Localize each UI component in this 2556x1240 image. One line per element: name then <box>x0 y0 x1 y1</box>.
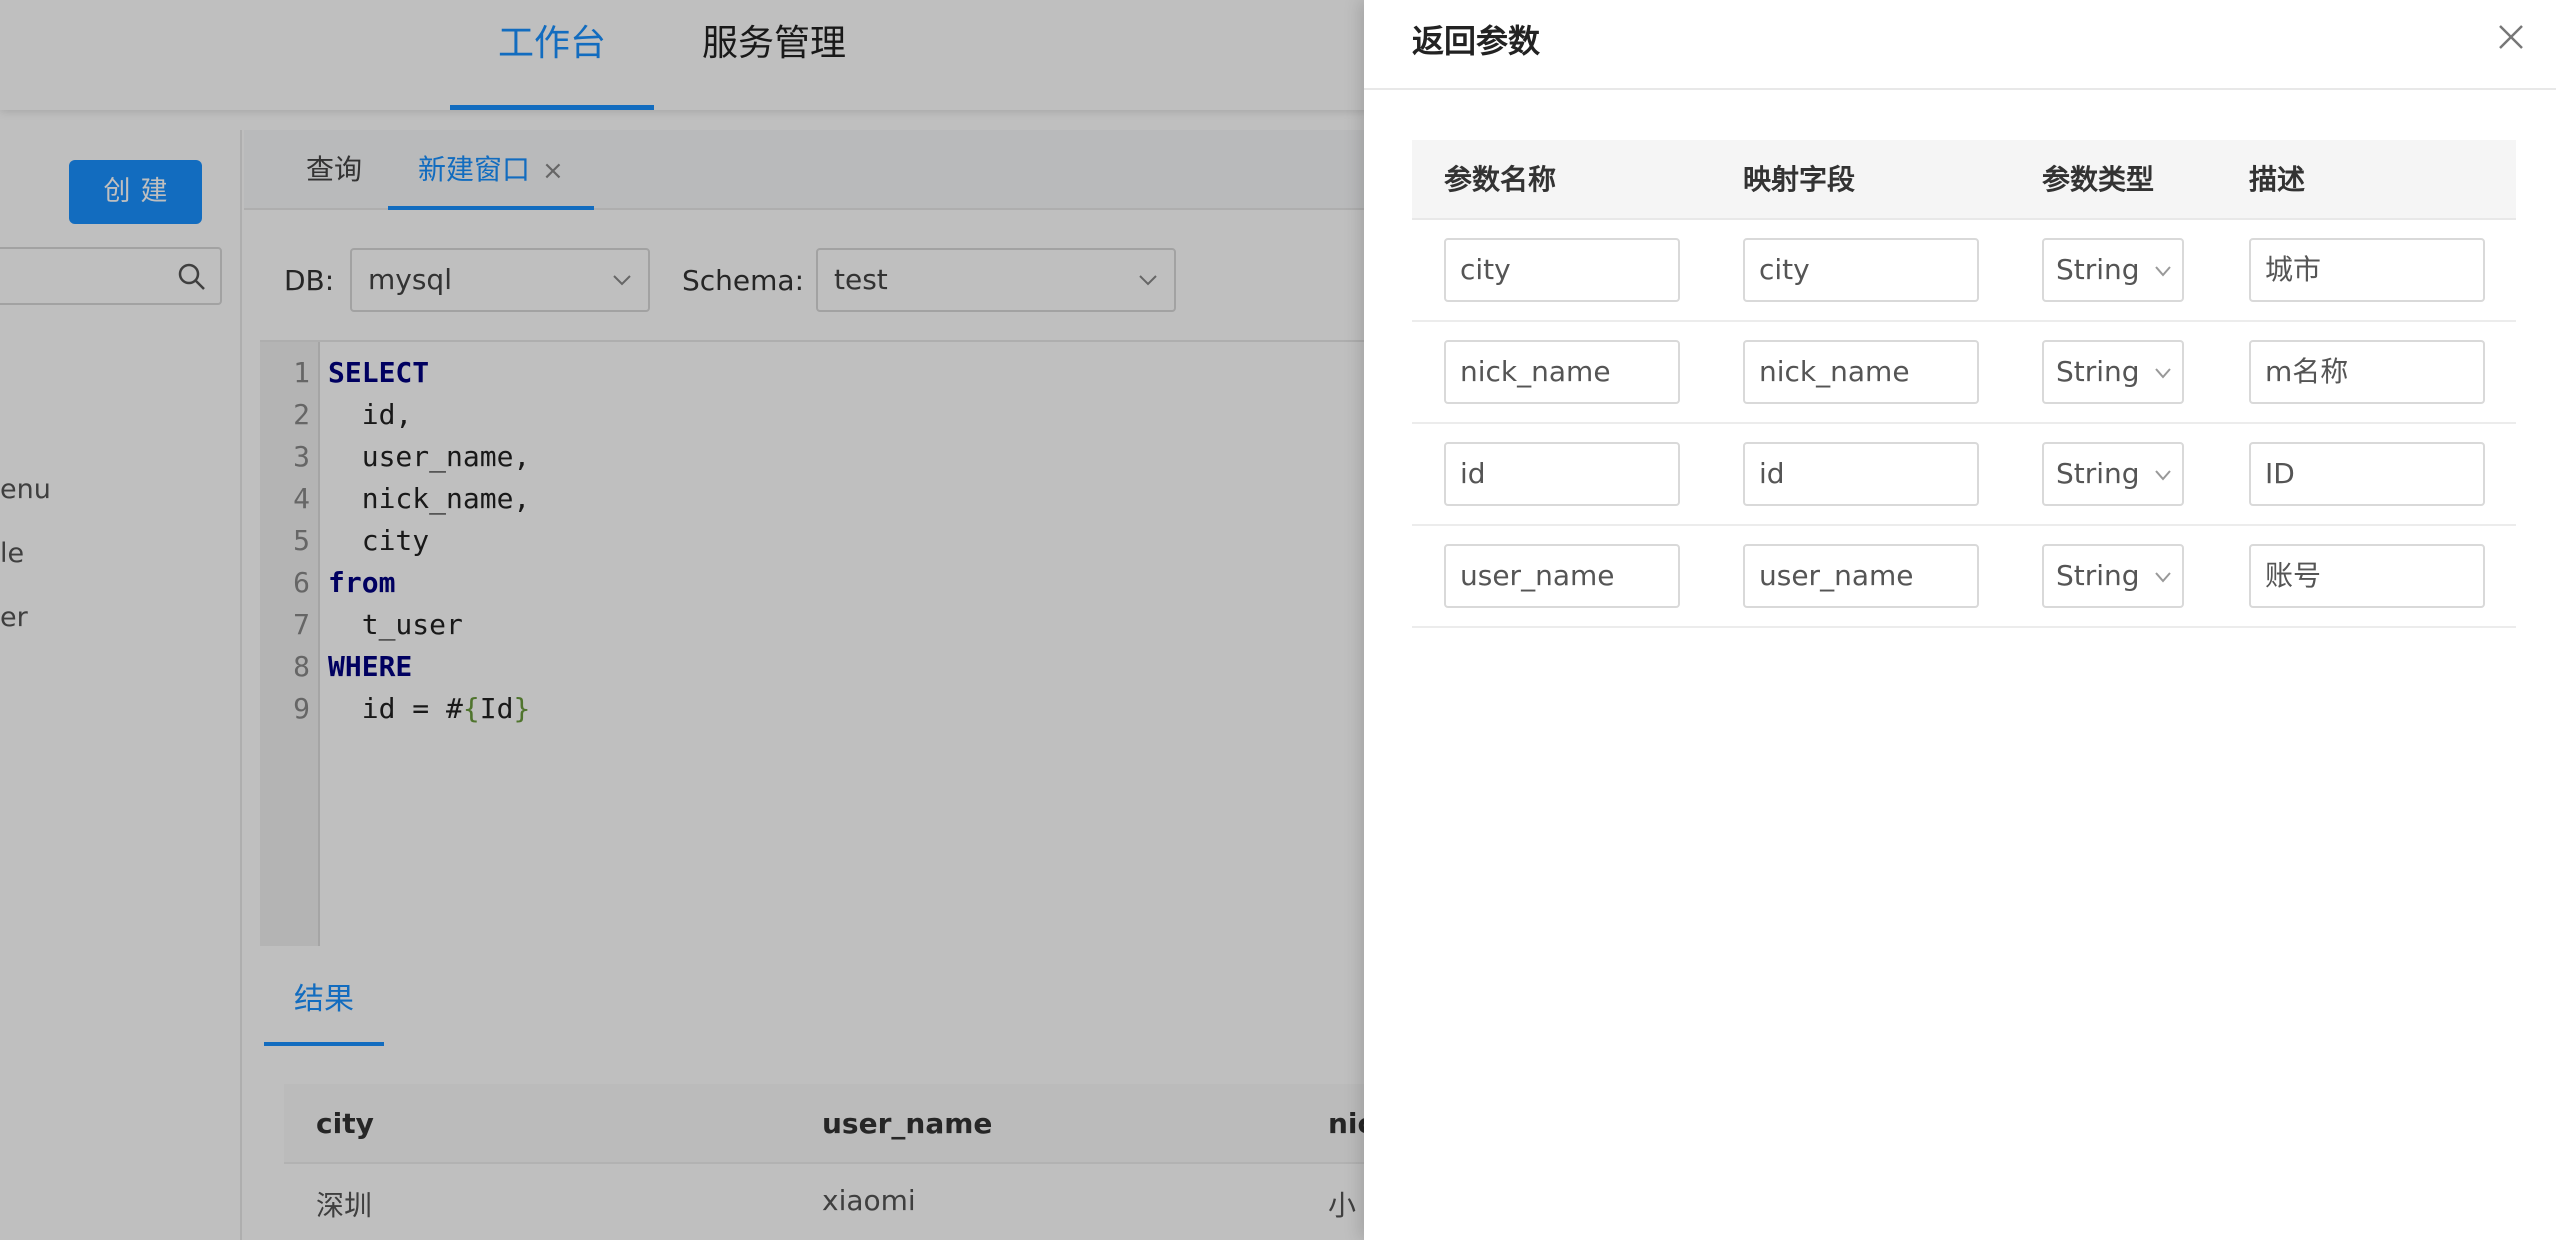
param-name-input[interactable]: id <box>1444 442 1680 506</box>
table-row: nick_name nick_name String m名称 <box>1412 322 2516 424</box>
chevron-down-icon <box>2155 368 2171 379</box>
mapping-field-input[interactable]: user_name <box>1743 544 1979 608</box>
param-name-input[interactable]: nick_name <box>1444 340 1680 404</box>
param-type-value: String <box>2056 559 2140 592</box>
description-value: 城市 <box>2265 253 2322 286</box>
table-row: id id String ID <box>1412 424 2516 526</box>
param-name-value: id <box>1460 457 1486 490</box>
chevron-down-icon <box>2155 572 2171 583</box>
mapping-field-input[interactable]: city <box>1743 238 1979 302</box>
drawer-title: 返回参数 <box>1412 22 1541 60</box>
param-type-select[interactable]: String <box>2042 238 2184 302</box>
param-name-input[interactable]: user_name <box>1444 544 1680 608</box>
description-value: m名称 <box>2265 355 2349 388</box>
return-params-drawer: 返回参数 参数名称 映射字段 参数类型 描述 city city String 城市 n… <box>1364 0 2556 1240</box>
column-header: 参数名称 <box>1444 163 1557 196</box>
params-table-header: 参数名称 映射字段 参数类型 描述 <box>1412 140 2516 220</box>
column-header: 映射字段 <box>1743 163 1856 196</box>
param-type-value: String <box>2056 355 2140 388</box>
param-type-value: String <box>2056 457 2140 490</box>
drawer-header: 返回参数 <box>1364 0 2556 90</box>
param-name-input[interactable]: city <box>1444 238 1680 302</box>
description-input[interactable]: ID <box>2249 442 2485 506</box>
param-name-value: city <box>1460 253 1511 286</box>
table-row: city city String 城市 <box>1412 220 2516 322</box>
params-table-body: city city String 城市 nick_name nick_name String… <box>1412 220 2516 628</box>
mapping-field-value: id <box>1759 457 1785 490</box>
mapping-field-value: nick_name <box>1759 355 1910 388</box>
column-header: 参数类型 <box>2042 163 2155 196</box>
params-table: 参数名称 映射字段 参数类型 描述 city city String 城市 nick_n… <box>1412 140 2516 628</box>
description-input[interactable]: 城市 <box>2249 238 2485 302</box>
description-value: 账号 <box>2265 559 2322 592</box>
mapping-field-value: city <box>1759 253 1810 286</box>
close-icon[interactable] <box>2494 20 2528 54</box>
chevron-down-icon <box>2155 266 2171 277</box>
param-name-value: user_name <box>1460 559 1615 592</box>
column-header: 描述 <box>2249 163 2306 196</box>
param-name-value: nick_name <box>1460 355 1611 388</box>
param-type-select[interactable]: String <box>2042 544 2184 608</box>
table-row: user_name user_name String 账号 <box>1412 526 2516 628</box>
description-input[interactable]: m名称 <box>2249 340 2485 404</box>
param-type-select[interactable]: String <box>2042 340 2184 404</box>
mapping-field-input[interactable]: nick_name <box>1743 340 1979 404</box>
param-type-select[interactable]: String <box>2042 442 2184 506</box>
param-type-value: String <box>2056 253 2140 286</box>
description-input[interactable]: 账号 <box>2249 544 2485 608</box>
mapping-field-input[interactable]: id <box>1743 442 1979 506</box>
description-value: ID <box>2265 457 2295 490</box>
chevron-down-icon <box>2155 470 2171 481</box>
mapping-field-value: user_name <box>1759 559 1914 592</box>
